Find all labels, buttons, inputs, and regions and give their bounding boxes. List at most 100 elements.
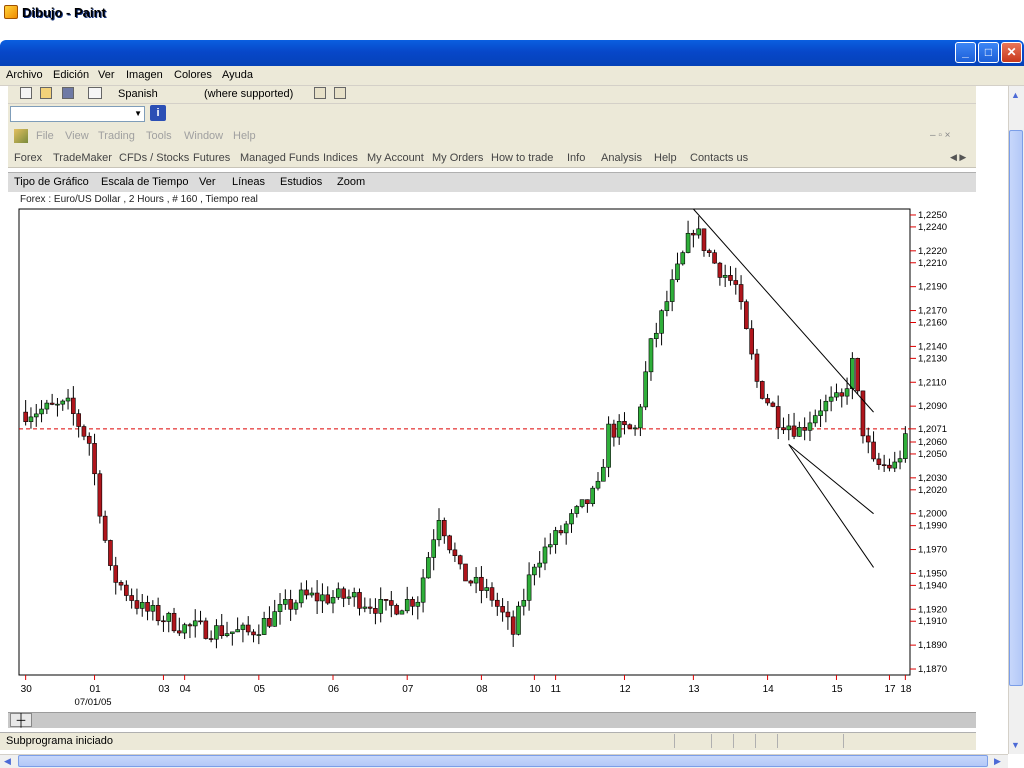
candle-body: [892, 461, 898, 469]
candle-body: [298, 589, 304, 604]
y-tick-label: 1,2060: [918, 437, 947, 448]
candle-body: [701, 228, 707, 251]
candle-body: [235, 629, 240, 633]
x-tick-label: 11: [551, 684, 562, 695]
scroll-down-icon[interactable]: ▼: [1011, 740, 1020, 750]
candle-body: [44, 402, 50, 410]
crosshair-icon: ┼: [10, 713, 32, 727]
candle-body: [267, 618, 272, 627]
language-note: (where supported): [204, 88, 294, 100]
candle-body: [187, 624, 193, 627]
y-tick-label: 1,1990: [918, 521, 947, 532]
candle-body: [389, 600, 394, 606]
status-sep: [755, 734, 756, 748]
candle-body: [198, 620, 203, 623]
candle-body: [97, 473, 103, 517]
candle-body: [288, 599, 293, 610]
candle-body: [823, 400, 829, 412]
candle-body: [272, 611, 278, 627]
x-tick-label: 03: [158, 684, 170, 695]
candle-body: [452, 549, 458, 556]
y-tick-label: 1,1950: [918, 568, 947, 579]
status-sep: [674, 734, 675, 748]
nav-indices: Indices: [323, 152, 358, 164]
x-tick-label: 10: [529, 684, 541, 695]
candle-body: [431, 539, 437, 558]
candle-body: [23, 411, 28, 422]
candle-body: [219, 625, 225, 636]
x-tick-label: 06: [328, 684, 340, 695]
restore-button[interactable]: □: [978, 42, 999, 63]
y-tick-label: 1,2020: [918, 485, 947, 496]
save-icon: [62, 87, 74, 99]
x-tick-label: 07: [402, 684, 414, 695]
candle-body: [669, 279, 675, 302]
nav-help: Help: [654, 152, 677, 164]
nav-futures: Futures: [193, 152, 231, 164]
pasted-toolbar: Spanish (where supported): [8, 86, 976, 104]
candle-body: [775, 406, 781, 428]
scroll-right-icon[interactable]: ▶: [994, 756, 1001, 767]
horizontal-scroll-thumb[interactable]: [18, 755, 988, 767]
candle-body: [309, 592, 315, 596]
candle-body: [171, 612, 177, 632]
candle-body: [643, 371, 648, 408]
candle-body: [622, 421, 627, 426]
nav-how-to-trade: How to trade: [491, 152, 554, 164]
candle-body: [675, 263, 680, 280]
candle-body: [447, 535, 452, 551]
status-sep: [777, 734, 778, 748]
candle-body: [828, 396, 834, 402]
candle-body: [733, 280, 739, 285]
candle-body: [65, 397, 71, 402]
nav-contacts-us: Contacts us: [690, 152, 749, 164]
minimize-button[interactable]: _: [955, 42, 976, 63]
candle-body: [759, 381, 765, 399]
menu-ayuda[interactable]: Ayuda: [222, 69, 253, 81]
candle-body: [28, 416, 34, 422]
menu-ver[interactable]: Ver: [98, 69, 115, 81]
y-tick-label: 1,2140: [918, 341, 947, 352]
menu-colores[interactable]: Colores: [174, 69, 212, 81]
scroll-up-icon[interactable]: ▲: [1011, 90, 1020, 100]
new-icon: [20, 87, 32, 99]
candle-body: [500, 606, 505, 613]
vertical-scroll-thumb[interactable]: [1009, 130, 1023, 686]
candle-body: [765, 398, 770, 404]
paint-app-icon: [4, 5, 18, 19]
menu-archivo[interactable]: Archivo: [6, 69, 43, 81]
close-button[interactable]: ✕: [1001, 42, 1022, 63]
candle-body: [558, 530, 564, 534]
candle-body: [505, 611, 511, 618]
candle-body: [744, 301, 749, 329]
y-tick-label: 1,1910: [918, 616, 947, 627]
x-tick-label: 13: [688, 684, 700, 695]
candle-body: [161, 620, 166, 623]
candle-body: [426, 557, 431, 579]
chart-menu-ver: Ver: [199, 176, 216, 188]
candle-body: [680, 252, 686, 265]
candle-body: [230, 631, 235, 634]
open-icon: [40, 87, 52, 99]
info-icon: i: [150, 105, 166, 121]
x-date-sublabel: 07/01/05: [75, 697, 112, 708]
candle-body: [399, 610, 405, 615]
y-tick-label: 1,2220: [918, 246, 947, 257]
candle-body: [754, 353, 760, 382]
candle-body: [834, 392, 839, 398]
symbol-combo: ▼: [10, 106, 145, 122]
candle-body: [155, 605, 161, 622]
chart-menu-estudios: Estudios: [280, 176, 323, 188]
candle-body: [404, 599, 410, 612]
menu-edicion[interactable]: Edición: [53, 69, 89, 81]
window-titlebar[interactable]: [0, 40, 1024, 66]
candle-body: [55, 403, 60, 406]
x-tick-label: 30: [21, 684, 33, 695]
print-icon: [88, 87, 102, 99]
status-bar: [0, 732, 976, 750]
scroll-left-icon[interactable]: ◀: [4, 756, 11, 767]
candle-body: [325, 594, 331, 604]
menu-imagen[interactable]: Imagen: [126, 69, 163, 81]
candle-body: [876, 458, 882, 466]
chart-title: Forex : Euro/US Dollar , 2 Hours , # 160…: [20, 194, 258, 205]
